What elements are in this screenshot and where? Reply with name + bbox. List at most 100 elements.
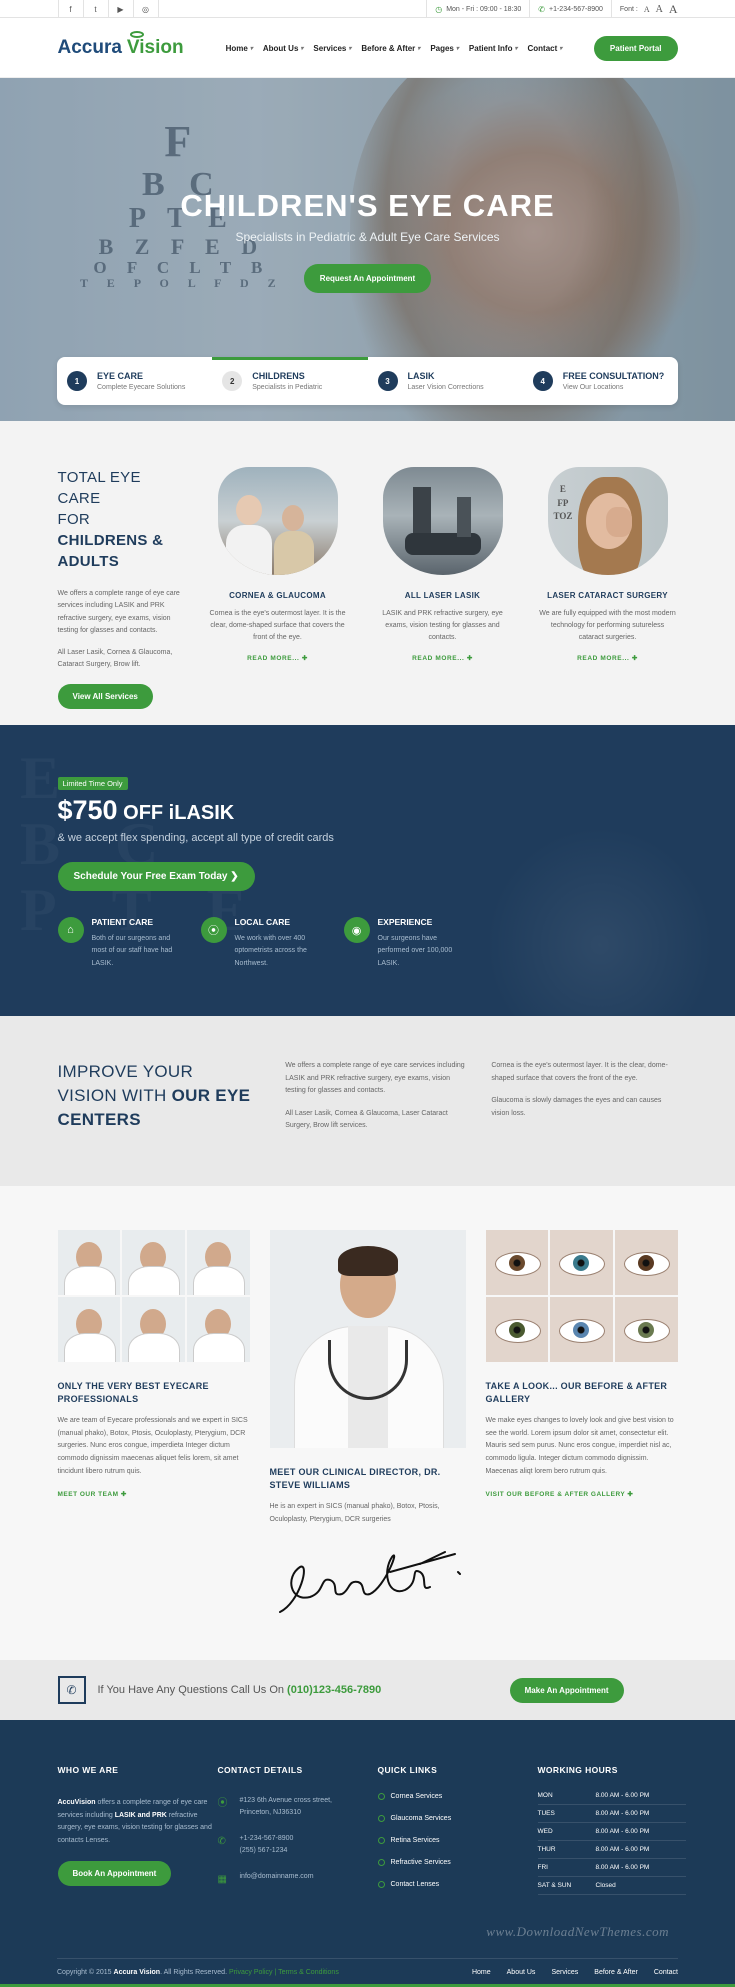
read-more-link[interactable]: READ MORE... ✚ xyxy=(373,654,513,662)
hours-row: TUES 8.00 AM - 6.00 PM xyxy=(537,1805,686,1823)
nav-patient-info[interactable]: Patient Info ▾ xyxy=(469,44,518,53)
font-large-button[interactable]: A xyxy=(669,2,678,17)
hours-day: THUR xyxy=(537,1846,556,1853)
feature-sub: Specialists in Pediatric xyxy=(252,384,323,391)
footer-heading: CONTACT DETAILS xyxy=(217,1765,303,1775)
team-photo xyxy=(186,1230,250,1295)
footer-nav-home[interactable]: Home xyxy=(472,1969,491,1976)
meet-our-team-link[interactable]: MEET OUR TEAM ✚ xyxy=(58,1490,250,1498)
improve-paragraph: We offers a complete range of eye care s… xyxy=(285,1062,465,1095)
schedule-exam-button[interactable]: Schedule Your Free Exam Today ❯ xyxy=(57,862,255,891)
feature-tab-lasik[interactable]: 3 LASIK Laser Vision Corrections xyxy=(368,357,523,405)
footer-nav-about[interactable]: About Us xyxy=(507,1969,536,1976)
instagram-icon[interactable]: ◎ xyxy=(134,0,159,18)
logo[interactable]: Accura Vision xyxy=(58,31,184,59)
director-column: MEET OUR CLINICAL DIRECTOR, DR. STEVE WI… xyxy=(269,1230,466,1627)
service-title: LASER CATARACT SURGERY xyxy=(547,591,668,600)
before-after-gallery xyxy=(485,1230,678,1362)
quick-link-label: Glaucoma Services xyxy=(390,1815,452,1822)
feature-title: CHILDRENS xyxy=(252,371,305,381)
iris xyxy=(573,1321,590,1338)
email-link[interactable]: info@domainname.com xyxy=(240,1871,314,1888)
font-label: Font : xyxy=(619,5,638,13)
copyright: Copyright © 2015 Accura Vision. All Righ… xyxy=(57,1969,339,1976)
team-photo xyxy=(122,1230,185,1295)
service-title: CORNEA & GLAUCOMA xyxy=(229,591,326,600)
quick-link[interactable]: Contact Lenses xyxy=(377,1881,538,1888)
team-column: ONLY THE VERY BEST EYECARE PROFESSIONALS… xyxy=(57,1230,250,1627)
quick-link[interactable]: Retina Services xyxy=(377,1837,538,1844)
font-medium-button[interactable]: A xyxy=(656,4,663,15)
main-nav: Home ▾ About Us ▾ Services ▾ Before & After… xyxy=(226,44,563,53)
service-text: Cornea is the eye's outermost layer. It … xyxy=(209,610,346,641)
circle-icon xyxy=(377,1793,385,1800)
address-line: #123 6th Avenue cross street, xyxy=(239,1797,333,1804)
section-title: TOTAL EYE CARE FOR CHILDRENS & ADULTS xyxy=(58,467,182,572)
patient-portal-button[interactable]: Patient Portal xyxy=(593,35,678,61)
terms-link[interactable]: Terms & Conditions xyxy=(278,1969,339,1976)
service-card: CORNEA & GLAUCOMA Cornea is the eye's ou… xyxy=(208,467,348,709)
read-more-link[interactable]: READ MORE... ✚ xyxy=(208,654,348,662)
feature-tab-childrens[interactable]: 2 CHILDRENS Specialists in Pediatric xyxy=(212,357,368,405)
call-phone[interactable]: (010)123-456-7890 xyxy=(287,1684,381,1696)
hours-day: SAT & SUN xyxy=(537,1882,572,1889)
phone-line[interactable]: +1-234-567-8900 xyxy=(240,1833,294,1845)
title-line: TOTAL EYE CARE xyxy=(57,469,141,507)
limited-time-badge: Limited Time Only xyxy=(57,777,128,790)
book-appointment-button[interactable]: Book An Appointment xyxy=(57,1861,172,1887)
title-line: IMPROVE YOUR xyxy=(57,1062,194,1081)
map-pin-icon: ⦿ xyxy=(200,917,227,943)
footer-nav-services[interactable]: Services xyxy=(551,1969,578,1976)
hours-time: 8.00 AM - 6.00 PM xyxy=(595,1846,650,1853)
section-title: IMPROVE YOUR VISION WITH OUR EYE CENTERS xyxy=(58,1060,266,1133)
copyright-text: Copyright © 2015 xyxy=(57,1969,114,1976)
service-card: ALL LASER LASIK LASIK and PRK refractive… xyxy=(373,467,513,709)
nav-services[interactable]: Services ▾ xyxy=(313,44,351,53)
footer-bottom-bar: Copyright © 2015 Accura Vision. All Righ… xyxy=(57,1958,678,1976)
step-number: 1 xyxy=(67,371,87,391)
view-all-services-button[interactable]: View All Services xyxy=(57,683,153,709)
service-card: E FP TOZ LASER CATARACT SURGERY We are ful… xyxy=(538,467,678,709)
footer-nav-contact[interactable]: Contact xyxy=(654,1969,678,1976)
nav-before-after[interactable]: Before & After ▾ xyxy=(361,44,420,53)
hours-day: TUES xyxy=(537,1810,555,1817)
nav-pages[interactable]: Pages ▾ xyxy=(430,44,459,53)
phone-line[interactable]: (255) 567-1234 xyxy=(240,1845,294,1857)
quick-link[interactable]: Glaucoma Services xyxy=(377,1815,538,1822)
improve-paragraph: Cornea is the eye's outermost layer. It … xyxy=(491,1062,668,1082)
feature-tab-eye-care[interactable]: 1 EYE CARE Complete Eyecare Solutions xyxy=(57,357,212,405)
facebook-icon[interactable]: f xyxy=(59,0,84,18)
team-photo xyxy=(122,1297,185,1362)
quick-link[interactable]: Cornea Services xyxy=(377,1793,538,1800)
footer-nav-before-after[interactable]: Before & After xyxy=(594,1969,638,1976)
nav-label: Pages xyxy=(430,43,454,53)
request-appointment-button[interactable]: Request An Appointment xyxy=(303,264,432,293)
font-small-button[interactable]: A xyxy=(644,5,650,14)
feature-tabs: 1 EYE CARE Complete Eyecare Solutions 2 C… xyxy=(57,357,678,405)
director-photo xyxy=(269,1230,466,1448)
feature-tab-consultation[interactable]: 4 FREE CONSULTATION? View Our Locations xyxy=(523,357,678,405)
visit-gallery-link[interactable]: VISIT OUR BEFORE & AFTER GALLERY ✚ xyxy=(486,1490,678,1498)
quick-link[interactable]: Refractive Services xyxy=(377,1859,538,1866)
nav-about[interactable]: About Us ▾ xyxy=(263,44,304,53)
nav-label: About Us xyxy=(262,43,299,53)
footer-working-hours: WORKING HOURS MON 8.00 AM - 6.00 PM TUES 8… xyxy=(537,1765,686,1903)
footer-heading: WORKING HOURS xyxy=(537,1765,618,1775)
nav-contact[interactable]: Contact ▾ xyxy=(527,44,562,53)
feature-sub: Complete Eyecare Solutions xyxy=(97,384,186,391)
eye-photo xyxy=(550,1230,613,1295)
nav-label: Contact xyxy=(527,43,558,53)
make-appointment-button[interactable]: Make An Appointment xyxy=(509,1677,624,1703)
copyright-text: . All Rights Reserved. xyxy=(160,1969,229,1976)
hours-day: MON xyxy=(537,1792,553,1799)
social-links: f t ▶ ◎ xyxy=(57,0,159,18)
footer-who-we-are: WHO WE ARE AccuVision offers a complete … xyxy=(57,1765,218,1903)
read-more-link[interactable]: READ MORE... ✚ xyxy=(538,654,678,662)
quick-link-label: Contact Lenses xyxy=(390,1881,440,1888)
nav-home[interactable]: Home ▾ xyxy=(226,44,253,53)
eye-photo xyxy=(485,1230,549,1295)
offer-price: $750 OFF iLASIK xyxy=(58,795,678,826)
privacy-policy-link[interactable]: Privacy Policy xyxy=(229,1969,273,1976)
twitter-icon[interactable]: t xyxy=(84,0,109,18)
youtube-icon[interactable]: ▶ xyxy=(109,0,134,18)
